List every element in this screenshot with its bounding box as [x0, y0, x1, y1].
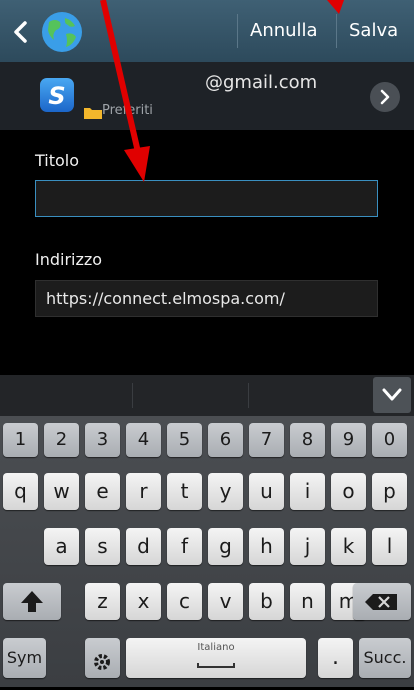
key-a[interactable]: a: [44, 528, 79, 565]
key-2[interactable]: 2: [44, 423, 79, 457]
settings-key[interactable]: [85, 638, 120, 678]
key-9[interactable]: 9: [331, 423, 366, 457]
key-p[interactable]: p: [372, 473, 407, 510]
key-e[interactable]: e: [85, 473, 120, 510]
key-w[interactable]: w: [44, 473, 79, 510]
space-key[interactable]: Italiano: [126, 638, 306, 678]
key-n[interactable]: n: [290, 583, 325, 620]
key-0[interactable]: 0: [372, 423, 407, 457]
chevron-down-icon: [382, 388, 402, 401]
key-3[interactable]: 3: [85, 423, 120, 457]
annotation-arrow-icon: [100, 0, 344, 182]
suggestion-bar: [0, 375, 414, 416]
next-key[interactable]: Succ.: [359, 638, 411, 678]
key-b[interactable]: b: [249, 583, 284, 620]
key-1[interactable]: 1: [3, 423, 38, 457]
key-z[interactable]: z: [85, 583, 120, 620]
key-8[interactable]: 8: [290, 423, 325, 457]
key-h[interactable]: h: [249, 528, 284, 565]
key-d[interactable]: d: [126, 528, 161, 565]
suggestion-divider: [132, 383, 133, 408]
key-7[interactable]: 7: [249, 423, 284, 457]
key-s[interactable]: s: [85, 528, 120, 565]
key-q[interactable]: q: [3, 473, 38, 510]
key-x[interactable]: x: [126, 583, 161, 620]
suggestion-divider: [248, 383, 249, 408]
key-6[interactable]: 6: [208, 423, 243, 457]
key-c[interactable]: c: [167, 583, 202, 620]
key-i[interactable]: i: [290, 473, 325, 510]
shift-key[interactable]: [3, 583, 61, 620]
key-t[interactable]: t: [167, 473, 202, 510]
key-v[interactable]: v: [208, 583, 243, 620]
key-4[interactable]: 4: [126, 423, 161, 457]
key-k[interactable]: k: [331, 528, 366, 565]
key-l[interactable]: l: [372, 528, 407, 565]
key-o[interactable]: o: [331, 473, 366, 510]
backspace-icon: [365, 594, 397, 610]
address-label: Indirizzo: [35, 250, 103, 269]
key-r[interactable]: r: [126, 473, 161, 510]
key-5[interactable]: 5: [167, 423, 202, 457]
key-g[interactable]: g: [208, 528, 243, 565]
gear-icon: [94, 654, 110, 670]
key-u[interactable]: u: [249, 473, 284, 510]
key-f[interactable]: f: [167, 528, 202, 565]
shift-arrow-icon: [21, 591, 43, 612]
address-input[interactable]: https://connect.elmospa.com/: [35, 280, 378, 317]
backspace-key[interactable]: [353, 583, 411, 620]
space-bar-icon: [197, 663, 235, 668]
key-y[interactable]: y: [208, 473, 243, 510]
period-key[interactable]: .: [318, 638, 353, 678]
keyboard-hide-button[interactable]: [373, 377, 411, 413]
sym-key[interactable]: Sym: [3, 638, 46, 678]
key-j[interactable]: j: [290, 528, 325, 565]
